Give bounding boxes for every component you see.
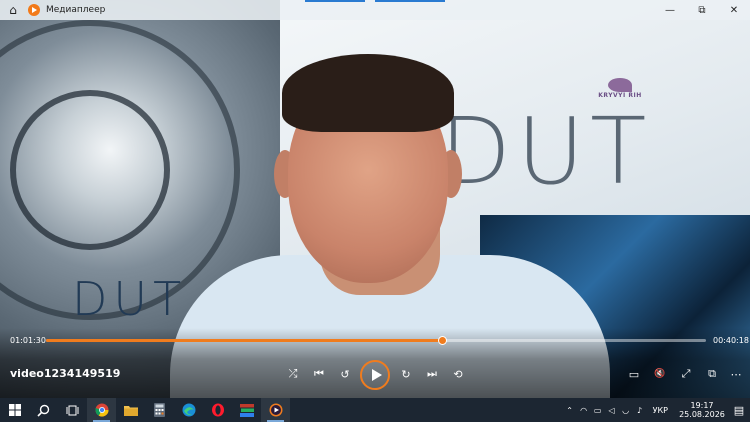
volume-icon[interactable]: ◁ [605, 406, 619, 415]
window-title: Медиаплеер [46, 5, 106, 15]
folder-icon [123, 406, 138, 416]
title-bar-accent [375, 0, 445, 2]
subtitles-icon: ▭ [628, 367, 640, 381]
taskbar: ⌃ ◠ ▭ ◁ ◡ ♪ УКР 19:17 25.08.2026 ▤ [0, 398, 750, 422]
rewind-10-button[interactable]: ↺ [335, 365, 355, 383]
keyboard-icon[interactable]: ▭ [591, 406, 605, 415]
file-explorer-button[interactable] [116, 398, 145, 422]
chevron-up-icon[interactable]: ⌃ [563, 406, 577, 415]
subtitles-button[interactable]: ▭ [624, 365, 644, 383]
seek-bar-thumb[interactable] [438, 336, 447, 345]
more-icon: ⋯ [730, 367, 742, 381]
opera-button[interactable] [203, 398, 232, 422]
wifi-icon[interactable]: ◡ [619, 406, 633, 415]
media-player-button[interactable] [261, 398, 290, 422]
task-view-button[interactable] [58, 398, 87, 422]
home-icon[interactable]: ⌂ [0, 0, 26, 20]
search-button[interactable] [29, 398, 58, 422]
rewind-10-icon: ↺ [340, 367, 350, 381]
calculator-button[interactable] [145, 398, 174, 422]
media-title: video1234149519 [10, 367, 121, 380]
volume-mute-icon: 🔇 [654, 369, 666, 379]
remaining-time: 00:40:18 [713, 336, 749, 345]
clock-time: 19:17 [690, 401, 714, 410]
notifications-icon[interactable]: ▤ [728, 404, 750, 417]
opera-icon [211, 403, 224, 417]
media-player-icon [269, 403, 282, 417]
play-button[interactable] [360, 360, 390, 390]
media-player-window: DUT DUT KRYVYI RIH ⌂ Медиаплеер — ⧉ ✕ 01… [0, 0, 750, 422]
close-icon[interactable]: ✕ [718, 0, 750, 20]
decorative-ring [10, 90, 170, 250]
seek-bar[interactable] [46, 336, 706, 345]
books-button[interactable] [232, 398, 261, 422]
fullscreen-icon: ⤢ [681, 367, 691, 380]
system-tray: ⌃ ◠ ▭ ◁ ◡ ♪ УКР 19:17 25.08.2026 ▤ [563, 398, 750, 422]
network-icon[interactable]: ◠ [577, 406, 591, 415]
minimize-icon[interactable]: — [654, 0, 686, 20]
window-controls: — ⧉ ✕ [654, 0, 750, 20]
title-bar: ⌂ Медиаплеер — ⧉ ✕ [0, 0, 750, 20]
title-bar-accent [305, 0, 365, 2]
forward-30-button[interactable]: ↻ [396, 365, 416, 383]
repeat-off-button[interactable]: ⟲ [448, 365, 468, 383]
speaker-hair [282, 54, 454, 132]
search-icon [37, 404, 50, 417]
language-indicator[interactable]: УКР [653, 406, 668, 415]
media-player-app-icon [28, 4, 40, 16]
forward-30-icon: ↻ [401, 367, 411, 381]
edge-button[interactable] [174, 398, 203, 422]
calculator-icon [154, 403, 165, 417]
books-icon [239, 403, 254, 417]
previous-icon: ⏮ [314, 367, 324, 380]
windows-icon [8, 404, 21, 416]
fullscreen-button[interactable]: ⤢ [676, 365, 696, 383]
clock[interactable]: 19:17 25.08.2026 [676, 401, 728, 419]
task-view-icon [66, 405, 79, 415]
mini-view-button[interactable]: ⧉ [702, 365, 722, 383]
maximize-icon[interactable]: ⧉ [686, 0, 718, 20]
shuffle-icon: ⤮ [288, 367, 298, 380]
current-time: 01:01:30 [10, 336, 46, 345]
speaker-icon[interactable]: ♪ [633, 406, 647, 415]
shuffle-button[interactable]: ⤮ [283, 365, 303, 383]
bird-logo-icon [608, 78, 632, 92]
chrome-button[interactable] [87, 398, 116, 422]
previous-button[interactable]: ⏮ [309, 365, 329, 383]
mini-view-icon: ⧉ [708, 367, 716, 380]
clock-date: 25.08.2026 [679, 410, 725, 419]
repeat-off-icon: ⟲ [453, 367, 463, 381]
chrome-icon [95, 403, 108, 417]
mute-button[interactable]: 🔇 [650, 365, 670, 383]
start-button[interactable] [0, 398, 29, 422]
seek-bar-progress [46, 339, 442, 342]
next-icon: ⏭ [427, 367, 437, 380]
more-button[interactable]: ⋯ [726, 365, 746, 383]
edge-icon [182, 403, 195, 417]
next-button[interactable]: ⏭ [422, 365, 442, 383]
